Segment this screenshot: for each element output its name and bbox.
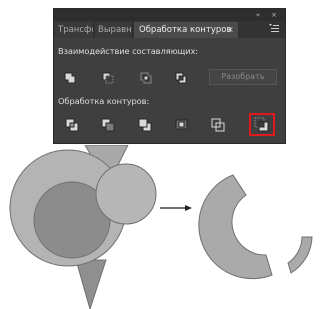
tab-pathfinder[interactable]: Обработка контуров ×: [134, 22, 238, 38]
pathfinder-illustration: [9, 145, 313, 309]
minus-front-icon: [102, 72, 114, 84]
pathfinders-label: Обработка контуров:: [58, 96, 150, 106]
pathfinder-panel: « × Трансфо Выравн Обработка контуров × …: [53, 8, 286, 144]
shape-modes-label: Взаимодействие составляющих:: [58, 46, 198, 56]
tab-label: Трансфо: [58, 25, 94, 35]
outline-icon: [211, 118, 225, 132]
divide-button[interactable]: [62, 115, 84, 134]
collapse-panel-icon[interactable]: «: [252, 9, 264, 21]
unite-button[interactable]: [60, 68, 82, 87]
overlapping-shapes-icon: [9, 145, 157, 309]
tab-transform[interactable]: Трансфо: [55, 22, 94, 38]
intersect-button[interactable]: [136, 68, 158, 87]
unite-icon: [64, 72, 76, 84]
merge-icon: [138, 118, 152, 132]
tab-label: Выравн: [98, 25, 132, 35]
panel-tabs: Трансфо Выравн Обработка контуров ×: [54, 21, 285, 38]
trim-icon: [101, 118, 115, 132]
crop-icon: [175, 119, 188, 130]
outline-button[interactable]: [208, 115, 230, 134]
minus-back-button[interactable]: [249, 113, 275, 136]
exclude-button[interactable]: [171, 68, 193, 87]
tab-align[interactable]: Выравн: [95, 22, 133, 38]
tab-label: Обработка контуров: [139, 25, 232, 35]
close-panel-icon[interactable]: ×: [268, 9, 280, 21]
panel-title-bar[interactable]: « ×: [54, 9, 285, 21]
divide-icon: [65, 118, 79, 132]
result-shape-icon: [198, 174, 313, 280]
minus-front-button[interactable]: [98, 68, 120, 87]
minus-back-icon: [254, 117, 269, 132]
trim-button[interactable]: [98, 115, 120, 134]
right-arrow-icon: [160, 205, 192, 211]
intersect-icon: [140, 72, 152, 84]
expand-button[interactable]: Разобрать: [209, 69, 277, 85]
crop-button[interactable]: [171, 115, 193, 134]
tab-close-icon[interactable]: ×: [227, 22, 234, 38]
panel-menu-icon[interactable]: [268, 23, 280, 35]
merge-button[interactable]: [135, 115, 157, 134]
exclude-icon: [175, 72, 187, 84]
